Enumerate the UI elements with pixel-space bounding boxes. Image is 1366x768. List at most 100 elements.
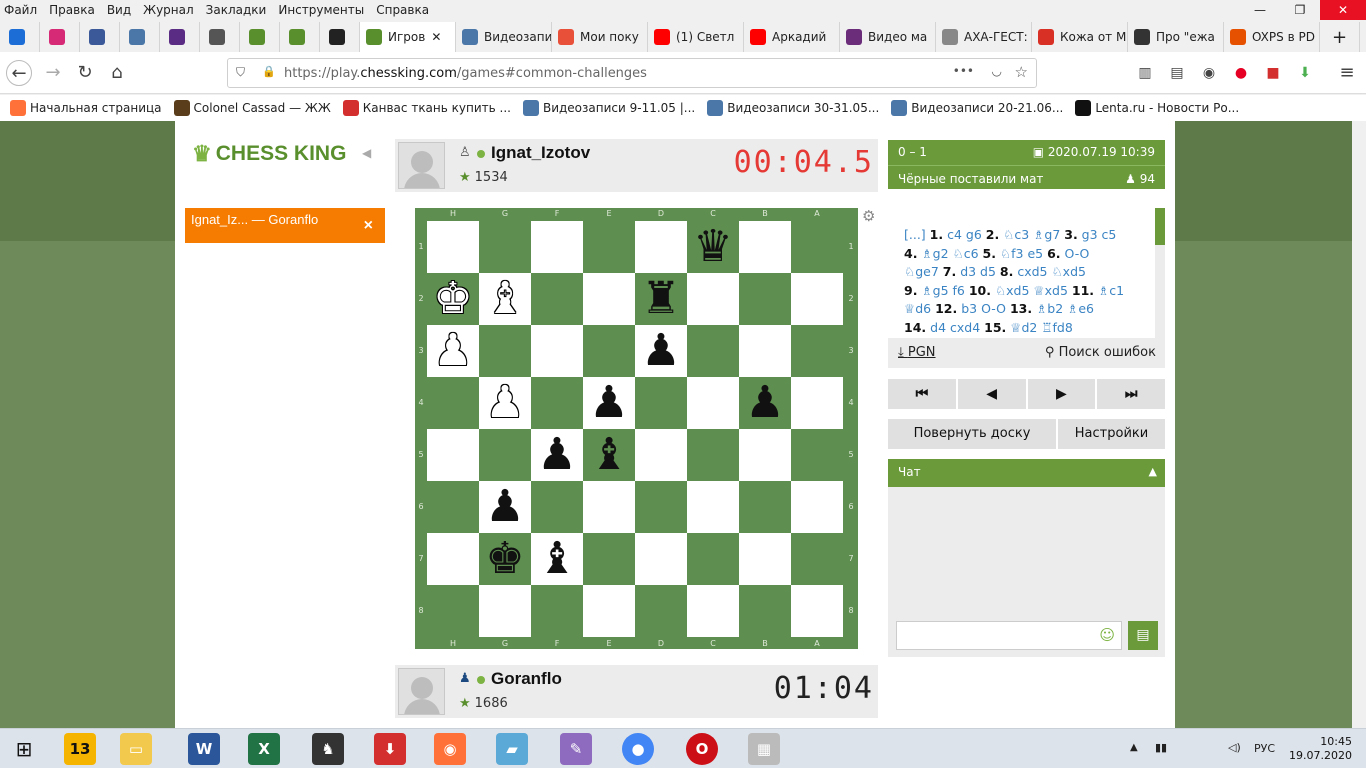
chrome-icon[interactable]: ● (622, 733, 654, 765)
browser-tab[interactable] (240, 22, 280, 52)
square-d1[interactable] (635, 221, 687, 273)
square-g1[interactable] (479, 221, 531, 273)
square-h6[interactable] (427, 481, 479, 533)
square-e1[interactable] (583, 221, 635, 273)
volume-icon[interactable]: ◁) (1228, 741, 1241, 754)
emoji-icon[interactable]: ☺ (1099, 626, 1115, 644)
square-g7[interactable]: ♚ (479, 533, 531, 585)
minimize-button[interactable]: — (1240, 0, 1280, 20)
firefox-icon[interactable]: ◉ (434, 733, 466, 765)
last-move-button[interactable]: ⏭ (1097, 379, 1165, 409)
square-g6[interactable]: ♟ (479, 481, 531, 533)
move-list-scrollbar[interactable] (1155, 208, 1165, 338)
move-list-text[interactable]: [...] 1. c4 g6 2. ♘c3 ♗g7 3. g3 c5 4. ♗g2… (904, 226, 1154, 337)
square-a5[interactable] (791, 429, 843, 481)
game-tab[interactable]: Ignat_Iz... — Goranflo × (185, 208, 385, 243)
square-f8[interactable] (531, 585, 583, 637)
square-a8[interactable] (791, 585, 843, 637)
app-13-icon[interactable]: 13 (64, 733, 96, 765)
square-d6[interactable] (635, 481, 687, 533)
black-piece[interactable]: ♟ (589, 377, 628, 428)
prev-move-button[interactable]: ◀ (957, 379, 1026, 409)
square-d3[interactable]: ♟ (635, 325, 687, 377)
settings-button[interactable]: Настройки (1058, 419, 1165, 449)
browser-tab[interactable] (200, 22, 240, 52)
square-e5[interactable]: ♝ (583, 429, 635, 481)
url-bar[interactable]: ⛉ 🔒 https://play.chessking.com/games#com… (227, 58, 1037, 88)
library-icon[interactable]: ▥ (1132, 60, 1158, 86)
browser-tab[interactable] (40, 22, 80, 52)
menu-item[interactable]: Справка (376, 3, 429, 17)
collapse-arrow-icon[interactable]: ◀ (362, 146, 371, 160)
square-c4[interactable] (687, 377, 739, 429)
square-d7[interactable] (635, 533, 687, 585)
square-b2[interactable] (739, 273, 791, 325)
square-e6[interactable] (583, 481, 635, 533)
square-h3[interactable]: ♟ (427, 325, 479, 377)
home-button[interactable]: ⌂ (104, 60, 130, 86)
square-g8[interactable] (479, 585, 531, 637)
square-a7[interactable] (791, 533, 843, 585)
menu-item[interactable]: Закладки (206, 3, 267, 17)
account-icon[interactable]: ◉ (1196, 60, 1222, 86)
black-piece[interactable]: ♝ (537, 533, 576, 584)
square-b5[interactable] (739, 429, 791, 481)
square-h8[interactable] (427, 585, 479, 637)
square-a2[interactable] (791, 273, 843, 325)
menu-item[interactable]: Файл (4, 3, 37, 17)
close-tab-icon[interactable]: ✕ (431, 30, 441, 44)
sidebar-icon[interactable]: ▤ (1164, 60, 1190, 86)
first-move-button[interactable]: ⏮ (888, 379, 956, 409)
tab-active[interactable]: Игров ✕ (360, 22, 456, 52)
reload-button[interactable]: ↻ (72, 60, 98, 86)
checker-app-icon[interactable]: ▦ (748, 733, 780, 765)
square-h7[interactable] (427, 533, 479, 585)
move-list[interactable]: [...] 1. c4 g6 2. ♘c3 ♗g7 3. g3 c5 4. ♗g2… (888, 208, 1165, 338)
square-d5[interactable] (635, 429, 687, 481)
square-c7[interactable] (687, 533, 739, 585)
square-h4[interactable] (427, 377, 479, 429)
flip-board-button[interactable]: Повернуть доску (888, 419, 1056, 449)
browser-tab[interactable] (120, 22, 160, 52)
black-piece[interactable]: ♛ (693, 221, 732, 272)
square-f3[interactable] (531, 325, 583, 377)
square-c6[interactable] (687, 481, 739, 533)
browser-tab[interactable]: Аркадий (744, 22, 840, 52)
next-move-button[interactable]: ▶ (1027, 379, 1096, 409)
bookmark-item[interactable]: Lenta.ru - Новости Ро... (1075, 100, 1239, 116)
browser-tab[interactable] (0, 22, 40, 52)
square-b7[interactable] (739, 533, 791, 585)
language-indicator[interactable]: РУС (1254, 742, 1275, 755)
white-piece[interactable]: ♟ (485, 377, 524, 428)
square-f6[interactable] (531, 481, 583, 533)
download-icon[interactable]: ⬇ (1292, 60, 1318, 86)
white-piece[interactable]: ♚ (433, 273, 472, 324)
word-icon[interactable]: W (188, 733, 220, 765)
chess-king-logo[interactable]: ♛ CHESS KING (192, 141, 346, 167)
extension-icon[interactable]: ■ (1260, 60, 1286, 86)
opera-icon[interactable]: O (686, 733, 718, 765)
downloader-icon[interactable]: ⬇ (374, 733, 406, 765)
menu-icon[interactable]: ≡ (1334, 60, 1360, 86)
browser-tab[interactable]: Кожа от М (1032, 22, 1128, 52)
square-b8[interactable] (739, 585, 791, 637)
close-icon[interactable]: × (364, 217, 373, 235)
black-piece[interactable]: ♟ (745, 377, 784, 428)
chess-app-icon[interactable]: ♞ (312, 733, 344, 765)
square-d2[interactable]: ♜ (635, 273, 687, 325)
bookmark-item[interactable]: Видеозаписи 30-31.05... (707, 100, 879, 116)
black-piece[interactable]: ♝ (589, 429, 628, 480)
browser-tab[interactable]: Видеозапи (456, 22, 552, 52)
star-icon[interactable]: ☆ (1015, 63, 1028, 81)
chat-input[interactable]: ☺ (896, 621, 1122, 650)
square-g4[interactable]: ♟ (479, 377, 531, 429)
browser-tab[interactable]: Мои поку (552, 22, 648, 52)
new-tab-button[interactable]: + (1320, 22, 1360, 52)
white-piece[interactable]: ♟ (433, 325, 472, 376)
browser-tab[interactable] (160, 22, 200, 52)
square-e8[interactable] (583, 585, 635, 637)
square-f5[interactable]: ♟ (531, 429, 583, 481)
square-f4[interactable] (531, 377, 583, 429)
white-piece[interactable]: ♝ (485, 273, 524, 324)
collapse-chat-icon[interactable]: ▲ (1149, 465, 1157, 478)
